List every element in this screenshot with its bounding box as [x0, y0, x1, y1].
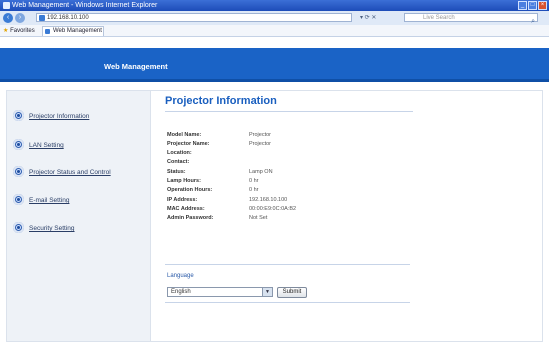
nav-bullet-icon — [13, 222, 24, 233]
info-key: Contact: — [167, 159, 190, 165]
info-key: IP Address: — [167, 197, 198, 203]
sidebar-item-projector-information[interactable]: Projector Information — [13, 110, 90, 121]
minimize-button[interactable]: _ — [518, 1, 527, 10]
window-controls: _ □ × — [518, 1, 547, 10]
nav-bullet-icon — [13, 194, 24, 205]
sidebar-item-label: Projector Status and Control — [29, 169, 111, 176]
app-title: Web Management — [104, 62, 168, 71]
language-selected: English — [171, 289, 191, 295]
nav-bullet-icon — [13, 166, 24, 177]
sidebar-item-label: LAN Setting — [29, 142, 64, 149]
ie-icon — [3, 2, 10, 9]
page-icon — [45, 29, 50, 34]
favorites-label: Favorites — [10, 28, 35, 34]
main-content: Projector Information Model Name: Projec… — [151, 90, 543, 342]
search-placeholder: Live Search — [423, 15, 455, 21]
page-icon — [39, 15, 45, 21]
info-value: Projector — [249, 141, 272, 147]
info-value: 00:00:E9:0C:0A:B2 — [249, 206, 297, 212]
forward-button[interactable]: › — [15, 13, 25, 23]
address-bar-row: ‹ › 192.168.10.100 ▾ ⟳ ✕ Live Search ⌕ — [0, 11, 549, 26]
nav-bullet-icon — [13, 139, 24, 150]
info-value: 0 hr — [249, 187, 259, 193]
sidebar-item-lan-setting[interactable]: LAN Setting — [13, 139, 64, 150]
back-button[interactable]: ‹ — [3, 13, 13, 23]
info-key: Admin Password: — [167, 215, 214, 221]
page-header: Web Management — [0, 48, 549, 82]
info-key: Operation Hours: — [167, 187, 213, 193]
chevron-down-icon[interactable]: ▼ — [262, 288, 272, 296]
title-divider — [165, 111, 413, 112]
info-key: Model Name: — [167, 132, 202, 138]
browser-tab[interactable]: Web Management — [42, 26, 104, 36]
address-actions[interactable]: ▾ ⟳ ✕ — [360, 14, 376, 21]
sidebar: Projector Information LAN Setting Projec… — [6, 90, 151, 342]
sidebar-item-projector-status-and-control[interactable]: Projector Status and Control — [13, 166, 111, 177]
sidebar-item-label: Security Setting — [29, 225, 75, 232]
star-icon: ★ — [3, 28, 9, 34]
info-key: Location: — [167, 150, 192, 156]
info-key: Status: — [167, 169, 186, 175]
address-field[interactable]: 192.168.10.100 — [36, 13, 352, 22]
tab-title: Web Management — [53, 28, 102, 34]
info-value: Projector — [249, 132, 272, 138]
sidebar-item-label: E-mail Setting — [29, 197, 70, 204]
maximize-button[interactable]: □ — [528, 1, 537, 10]
window-title: Web Management - Windows Internet Explor… — [12, 2, 158, 9]
info-value: Not Set — [249, 215, 268, 221]
search-input[interactable]: Live Search ⌕ — [404, 13, 538, 25]
page-top-spacer — [0, 37, 549, 48]
info-value: 192.168.10.100 — [249, 197, 288, 203]
submit-button[interactable]: Submit — [277, 287, 307, 298]
info-key: Projector Name: — [167, 141, 210, 147]
close-button[interactable]: × — [538, 1, 547, 10]
info-key: MAC Address: — [167, 206, 205, 212]
info-value: Lamp ON — [249, 169, 273, 175]
page-title: Projector Information — [165, 95, 277, 107]
info-value: 0 hr — [249, 178, 259, 184]
browser-title-bar: Web Management - Windows Internet Explor… — [0, 0, 549, 11]
sidebar-item-label: Projector Information — [29, 113, 90, 120]
nav-bullet-icon — [13, 110, 24, 121]
info-key: Lamp Hours: — [167, 178, 201, 184]
sidebar-item-email-setting[interactable]: E-mail Setting — [13, 194, 70, 205]
favorites-button[interactable]: ★ Favorites — [3, 27, 35, 34]
language-divider-top — [165, 264, 410, 265]
address-text: 192.168.10.100 — [47, 15, 89, 21]
language-select[interactable]: English ▼ — [167, 287, 273, 297]
favorites-bar: ★ Favorites Web Management — [0, 25, 549, 37]
language-divider-bottom — [165, 302, 410, 303]
language-label: Language — [167, 273, 194, 279]
sidebar-item-security-setting[interactable]: Security Setting — [13, 222, 75, 233]
